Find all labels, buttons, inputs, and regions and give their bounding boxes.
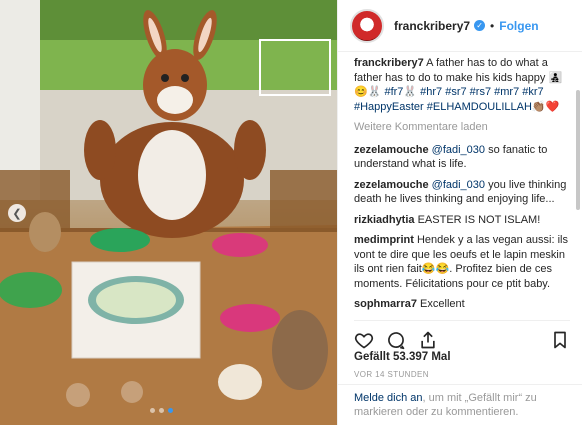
carousel-dot-active: [168, 408, 173, 413]
scrollbar-thumb[interactable]: [576, 90, 580, 210]
carousel-dots: [150, 408, 173, 413]
comment-item: sophmarra7 Excellent: [354, 297, 574, 312]
comment-username[interactable]: sophmarra7: [354, 298, 417, 310]
caption-hashtags[interactable]: #fr7🐰 #hr7 #sr7 #rs7 #mr7 #kr7 #HappyEas…: [354, 86, 559, 113]
caption: franckribery7 A father has to do what a …: [354, 56, 574, 114]
comment-username[interactable]: rizkiadhytia: [354, 214, 415, 226]
comment-text: Excellent: [420, 298, 465, 310]
carousel-dot: [159, 408, 164, 413]
likes-count[interactable]: Gefällt 53.397 Mal: [354, 351, 451, 363]
post-side-panel: franckribery7 ✓ • Folgen franckribery7 A…: [337, 0, 582, 425]
comment-mention[interactable]: @fadi_030: [432, 144, 485, 156]
comment-item: zezelamouche @fadi_030 you live thinking…: [354, 178, 574, 207]
share-icon[interactable]: [418, 330, 438, 350]
comment-username[interactable]: zezelamouche: [354, 179, 429, 191]
comment-mention[interactable]: @fadi_030: [432, 179, 485, 191]
post-timestamp[interactable]: VOR 14 STUNDEN: [354, 370, 429, 379]
comment-item: rizkiadhytia EASTER IS NOT ISLAM!: [354, 213, 574, 228]
bookmark-icon[interactable]: [550, 330, 570, 350]
login-link[interactable]: Melde dich an: [354, 392, 423, 404]
verified-badge-icon: ✓: [474, 20, 486, 31]
follow-button[interactable]: Folgen: [499, 19, 538, 33]
heart-icon[interactable]: [354, 330, 374, 350]
post-header: franckribery7 ✓ • Folgen: [338, 0, 582, 52]
header-username[interactable]: franckribery7: [394, 19, 470, 33]
comment-username[interactable]: medimprint: [354, 234, 414, 246]
load-more-comments[interactable]: Weitere Kommentare laden: [354, 120, 574, 135]
separator-dot: •: [490, 18, 495, 33]
comment-username[interactable]: zezelamouche: [354, 144, 429, 156]
easter-bunny-photo: [0, 0, 337, 425]
chevron-left-icon[interactable]: ❮: [8, 204, 26, 222]
action-bar: [354, 320, 570, 350]
comments-scrollbar[interactable]: [576, 60, 580, 310]
comment-item: medimprint Hendek y a las vegan aussi: i…: [354, 233, 574, 291]
avatar[interactable]: [350, 8, 384, 43]
comment-text: EASTER IS NOT ISLAM!: [417, 213, 541, 226]
caption-username[interactable]: franckribery7: [354, 57, 424, 69]
carousel-dot: [150, 408, 155, 413]
post-photo[interactable]: ❮: [0, 0, 337, 425]
comment-item: zezelamouche @fadi_030 so fanatic to und…: [354, 143, 574, 172]
comments-list: franckribery7 A father has to do what a …: [354, 56, 574, 314]
comment-icon[interactable]: [386, 330, 406, 350]
login-prompt: Melde dich an, um mit „Gefällt mir“ zu m…: [338, 384, 582, 419]
